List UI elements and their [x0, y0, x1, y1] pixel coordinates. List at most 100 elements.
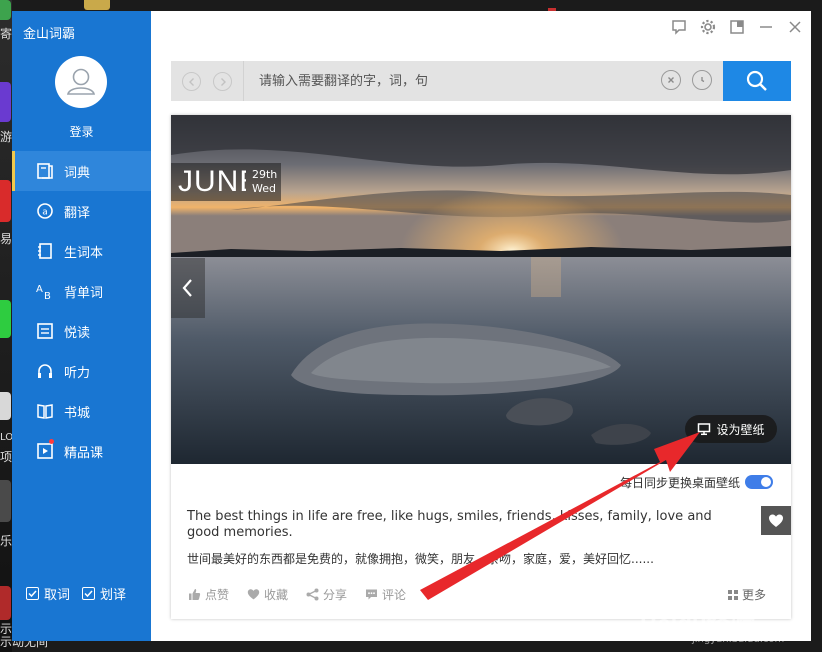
word-capture-checkbox[interactable]: 取词	[26, 584, 70, 603]
avatar[interactable]	[55, 56, 107, 108]
sidebar-item-courses[interactable]: 精品课	[12, 431, 151, 471]
chevron-right-icon	[220, 77, 226, 86]
app-window: 金山词霸 登录 词典 a 翻译 生词本 A B 背单词 悦读 听力 书城 精品课…	[12, 11, 811, 641]
comment-icon	[366, 589, 378, 600]
svg-text:A: A	[36, 284, 43, 295]
desktop-folder-icon[interactable]	[84, 0, 110, 10]
chevron-left-icon	[182, 279, 192, 297]
like-label: 点赞	[205, 588, 230, 602]
select-translate-checkbox[interactable]: 划译	[82, 584, 126, 603]
search-divider	[243, 61, 244, 101]
sidebar-item-reading[interactable]: 悦读	[12, 311, 151, 351]
desktop-icon-4[interactable]	[0, 300, 11, 338]
feedback-button[interactable]	[669, 17, 689, 37]
login-link[interactable]: 登录	[12, 123, 151, 140]
close-icon	[789, 21, 801, 33]
settings-icon	[700, 19, 716, 35]
like-button[interactable]: 点赞	[188, 586, 229, 603]
action-bar: 点赞 收藏 分享 评论	[188, 586, 424, 603]
monitor-icon	[698, 423, 711, 436]
sidebar-item-dictionary[interactable]: 词典	[12, 151, 151, 191]
headphones-icon	[36, 362, 54, 380]
forward-button[interactable]	[213, 72, 232, 91]
sidebar-item-memorize[interactable]: AB 背单词	[12, 271, 151, 311]
minimize-icon	[760, 26, 772, 28]
thumbs-up-icon	[189, 589, 201, 600]
wallpaper-sync-toggle[interactable]	[745, 475, 773, 489]
share-label: 分享	[323, 588, 348, 602]
sidebar-options: 取词 划译	[26, 584, 138, 603]
sidebar-item-translate[interactable]: a 翻译	[12, 191, 151, 231]
date-day-block: 29th Wed	[246, 168, 277, 196]
sidebar-item-label: 词典	[64, 165, 91, 181]
sidebar-item-label: 听力	[64, 365, 91, 381]
history-button[interactable]	[692, 70, 712, 90]
sidebar: 金山词霸 登录 词典 a 翻译 生词本 A B 背单词 悦读 听力 书城 精品课…	[12, 11, 151, 641]
checkbox-checked-icon	[82, 587, 96, 600]
grid-icon	[728, 589, 738, 600]
more-button[interactable]: 更多	[727, 586, 766, 603]
sidebar-item-vocab-book[interactable]: 生词本	[12, 231, 151, 271]
titlebar-controls	[660, 17, 805, 37]
desktop-icon-3[interactable]	[0, 180, 11, 222]
date-display: JUNE 29th Wed	[171, 163, 281, 201]
quote-chinese: 世间最美好的东西都是免费的，就像拥抱，微笑，朋友，亲吻，家庭，爱，美好回忆...…	[187, 552, 654, 566]
user-icon	[66, 68, 96, 95]
wallpaper-sync-row: 每日同步更换桌面壁纸	[601, 475, 773, 490]
translate-icon: a	[36, 202, 54, 220]
date-weekday: Wed	[252, 182, 276, 195]
daily-sentence-card: JUNE 29th Wed 设为壁纸 每日同步更换桌面壁纸 The best t…	[171, 115, 791, 619]
set-wallpaper-label: 设为壁纸	[716, 422, 765, 437]
sidebar-item-label: 精品课	[64, 445, 104, 461]
search-button[interactable]	[723, 61, 791, 101]
checkbox-checked-icon	[26, 587, 39, 600]
desktop-icon-6[interactable]	[0, 480, 11, 522]
collect-label: 收藏	[264, 588, 289, 602]
share-icon	[306, 588, 319, 601]
date-month: JUNE	[178, 165, 246, 198]
sidebar-item-bookstore[interactable]: 书城	[12, 391, 151, 431]
mini-mode-icon	[730, 20, 744, 34]
desktop-icon-2[interactable]	[0, 82, 11, 122]
search-icon	[746, 70, 767, 91]
notebook-icon	[36, 242, 54, 260]
quote-english: The best things in life are free, like h…	[187, 509, 712, 540]
more-label: 更多	[742, 588, 767, 602]
open-book-icon	[36, 402, 54, 420]
previous-day-button[interactable]	[171, 258, 205, 318]
desktop-icon-1[interactable]	[0, 0, 11, 20]
close-button[interactable]	[785, 17, 805, 37]
feedback-icon	[672, 20, 686, 35]
desktop-icon-5[interactable]	[0, 392, 11, 420]
sidebar-nav: 词典 a 翻译 生词本 AB 背单词 悦读 听力 书城 精品课	[12, 151, 151, 471]
share-button[interactable]: 分享	[306, 586, 347, 603]
heart-icon	[769, 514, 783, 527]
select-translate-label: 划译	[100, 588, 127, 603]
comment-label: 评论	[382, 588, 407, 602]
word-capture-label: 取词	[44, 588, 71, 603]
new-badge	[49, 439, 54, 444]
settings-button[interactable]	[698, 17, 718, 37]
desktop-icon-7[interactable]	[0, 586, 11, 620]
daily-wallpaper-image: JUNE 29th Wed 设为壁纸	[171, 115, 791, 464]
set-wallpaper-button[interactable]: 设为壁纸	[685, 415, 777, 443]
clear-button[interactable]	[661, 70, 681, 90]
desktop-label-2: 游	[0, 130, 13, 144]
clock-icon	[701, 77, 705, 83]
sidebar-item-label: 书城	[64, 405, 91, 421]
desktop-label-6: 乐	[0, 534, 13, 548]
clear-icon	[668, 77, 674, 83]
play-course-icon	[36, 442, 54, 460]
search-input[interactable]	[245, 61, 669, 101]
comment-button[interactable]: 评论	[365, 586, 406, 603]
sidebar-item-label: 悦读	[64, 325, 91, 341]
desktop-label-3: 易	[0, 232, 13, 246]
desktop-label-1: 寄	[0, 27, 13, 41]
sidebar-item-listening[interactable]: 听力	[12, 351, 151, 391]
back-button[interactable]	[182, 72, 201, 91]
minimize-button[interactable]	[756, 17, 776, 37]
mini-mode-button[interactable]	[727, 17, 747, 37]
favorite-button[interactable]	[761, 506, 791, 535]
search-bar	[171, 61, 791, 101]
collect-button[interactable]: 收藏	[247, 586, 288, 603]
